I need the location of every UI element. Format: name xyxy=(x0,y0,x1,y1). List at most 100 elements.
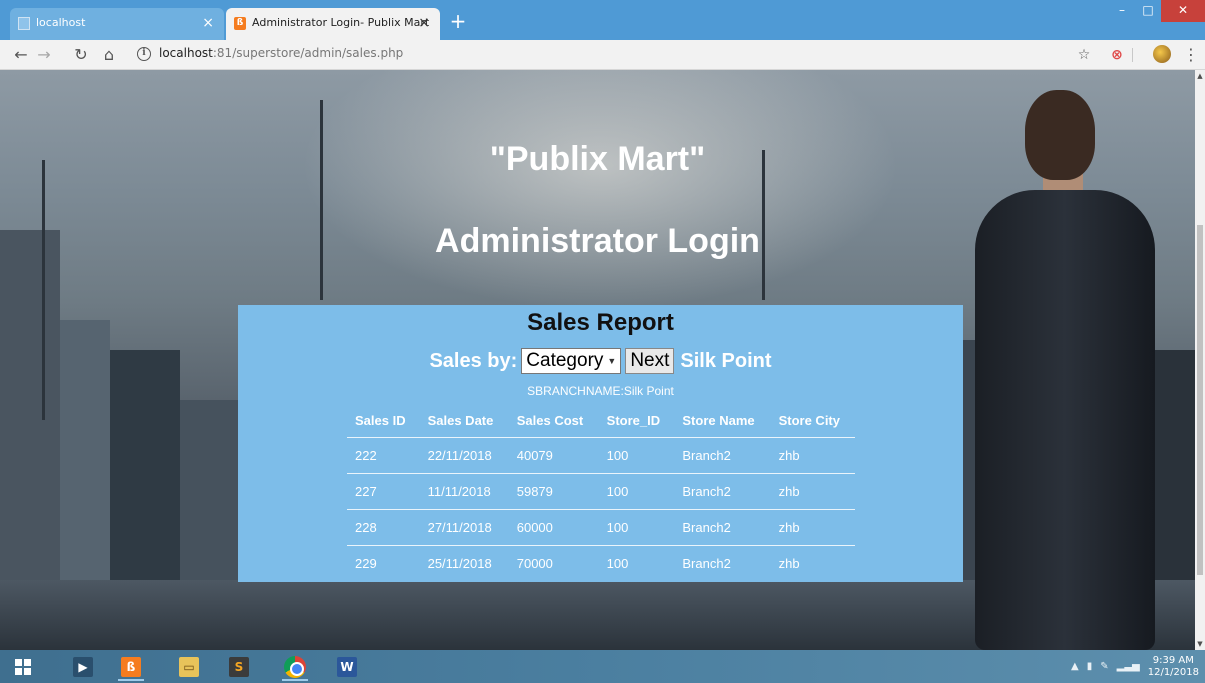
tower-antenna xyxy=(320,100,323,300)
chrome-icon xyxy=(284,655,306,678)
close-window-button[interactable]: ✕ xyxy=(1161,0,1205,22)
table-row: 228 27/11/2018 60000 100 Branch2 zhb xyxy=(347,509,855,546)
browser-tab-bar: localhost × ß Administrator Login- Publi… xyxy=(0,0,1205,40)
folder-icon: ▭ xyxy=(179,656,199,677)
tab-localhost[interactable]: localhost × xyxy=(10,8,224,40)
scroll-thumb[interactable] xyxy=(1197,225,1203,575)
taskbar-chrome[interactable] xyxy=(278,652,312,681)
windows-taskbar: ▶ ß ▭ S W ▲ ▮ ✎ ▂▃▅ 9:39 AM 12/1/2018 xyxy=(0,650,1205,683)
table-cell: 60000 xyxy=(508,509,599,546)
window-controls: – □ ✕ xyxy=(1109,0,1205,24)
table-cell: 229 xyxy=(355,555,377,571)
tower-antenna xyxy=(42,160,45,420)
scroll-down-icon[interactable]: ▼ xyxy=(1196,640,1204,648)
table-row: 222 22/11/2018 40079 100 Branch2 zhb xyxy=(347,437,855,474)
column-header: Sales ID xyxy=(347,405,420,438)
battery-icon[interactable]: ▮ xyxy=(1087,661,1093,672)
branch-name: Silk Point xyxy=(680,349,772,372)
table-cell: 100 xyxy=(606,555,629,571)
table-cell: Branch2 xyxy=(674,473,771,510)
table-cell: 22/11/2018 xyxy=(419,437,509,474)
windows-logo-icon xyxy=(15,658,31,675)
table-cell: 27/11/2018 xyxy=(419,509,509,546)
select-value: Category xyxy=(526,350,604,371)
show-hidden-icons-icon[interactable]: ▲ xyxy=(1071,661,1079,672)
table-cell: 222 xyxy=(347,437,420,474)
visual-studio-icon: ▶ xyxy=(73,656,93,677)
table-cell: zhb xyxy=(770,437,855,474)
column-header: Sales Cost xyxy=(508,405,599,438)
branch-name-line: SBRANCHNAME:Silk Point xyxy=(527,384,674,398)
star-icon[interactable]: ☆ xyxy=(1074,45,1094,65)
sky-glow xyxy=(300,70,900,310)
xampp-icon: ß xyxy=(121,656,141,677)
pen-icon[interactable]: ✎ xyxy=(1100,661,1108,672)
table-cell: 59879 xyxy=(508,473,599,510)
column-header: Sales Date xyxy=(419,405,509,438)
scroll-up-icon[interactable]: ▲ xyxy=(1196,72,1204,80)
toolbar-divider xyxy=(1132,48,1133,62)
table-cell: 11/11/2018 xyxy=(419,473,509,510)
tab-title: Administrator Login- Publix Mart xyxy=(252,16,430,29)
page-icon xyxy=(18,17,30,30)
xampp-icon: ß xyxy=(234,17,246,30)
column-header: Store_ID xyxy=(598,405,675,438)
taskbar-sublime-text[interactable]: S xyxy=(222,652,256,681)
table-cell: zhb xyxy=(770,473,855,510)
system-tray: ▲ ▮ ✎ ▂▃▅ 9:39 AM 12/1/2018 xyxy=(1071,650,1199,683)
taskbar-xampp[interactable]: ß xyxy=(114,652,148,681)
table-cell: 100 xyxy=(598,509,675,546)
new-tab-button[interactable]: + xyxy=(446,10,470,34)
table-cell: 228 xyxy=(347,509,420,546)
sales-by-label: Sales by: xyxy=(429,349,518,372)
home-icon[interactable]: ⌂ xyxy=(98,44,120,66)
table-cell: 25/11/2018 xyxy=(427,555,492,571)
page-scrollbar[interactable]: ▲ ▼ xyxy=(1195,70,1205,650)
maximize-button[interactable]: □ xyxy=(1135,0,1161,22)
column-header: Store City xyxy=(770,405,855,438)
info-icon[interactable]: i xyxy=(137,47,151,61)
menu-icon[interactable]: ⋮ xyxy=(1181,45,1201,65)
sublime-text-icon: S xyxy=(229,656,249,677)
taskbar-file-explorer[interactable]: ▭ xyxy=(172,652,206,681)
close-tab-icon[interactable]: × xyxy=(202,8,214,38)
back-icon[interactable]: ← xyxy=(10,44,32,66)
table-cell: 40079 xyxy=(508,437,599,474)
word-icon: W xyxy=(337,656,357,677)
sales-by-select[interactable]: Category ▼ xyxy=(521,348,622,374)
table-cell: 70000 xyxy=(516,555,553,571)
extension-icon[interactable]: ⊗ xyxy=(1107,45,1127,65)
table-cell: 100 xyxy=(598,473,675,510)
signal-icon[interactable]: ▂▃▅ xyxy=(1117,661,1140,672)
table-cell: Branch2 xyxy=(674,509,771,546)
table-cell: zhb xyxy=(770,509,855,546)
profile-icon[interactable] xyxy=(1153,45,1171,63)
report-title: Sales Report xyxy=(527,309,674,336)
taskbar-visual-studio[interactable]: ▶ xyxy=(66,652,100,681)
sales-table: Sales ID Sales Date Sales Cost Store_ID … xyxy=(347,405,855,581)
tab-title: localhost xyxy=(36,16,86,29)
table-cell: 100 xyxy=(598,437,675,474)
taskbar-word[interactable]: W xyxy=(330,652,364,681)
column-header: Store Name xyxy=(674,405,771,438)
clock-time: 9:39 AM xyxy=(1152,654,1194,666)
table-header-row: Sales ID Sales Date Sales Cost Store_ID … xyxy=(347,405,855,438)
start-button[interactable] xyxy=(6,652,40,681)
url-text: localhost:81/superstore/admin/sales.php xyxy=(159,46,404,60)
clock-date: 12/1/2018 xyxy=(1147,666,1199,678)
address-bar[interactable]: i localhost:81/superstore/admin/sales.ph… xyxy=(133,44,1093,66)
sales-by-controls: Sales by: Category ▼ Next Silk Point xyxy=(238,347,963,375)
forward-icon[interactable]: → xyxy=(33,44,55,66)
tab-admin-login[interactable]: ß Administrator Login- Publix Mart × xyxy=(226,8,440,40)
table-cell: 227 xyxy=(347,473,420,510)
table-cell: Branch2 xyxy=(674,437,771,474)
close-tab-icon[interactable]: × xyxy=(418,8,430,38)
next-button[interactable]: Next xyxy=(625,348,675,374)
browser-toolbar: ← → ↻ ⌂ i localhost:81/superstore/admin/… xyxy=(0,40,1205,70)
sales-report-panel: Sales Report Sales by: Category ▼ Next S… xyxy=(238,305,963,582)
minimize-button[interactable]: – xyxy=(1109,0,1135,22)
table-row: 227 11/11/2018 59879 100 Branch2 zhb xyxy=(347,473,855,510)
system-clock[interactable]: 9:39 AM 12/1/2018 xyxy=(1148,655,1199,679)
page-title: Administrator Login xyxy=(435,222,760,260)
reload-icon[interactable]: ↻ xyxy=(70,44,92,66)
